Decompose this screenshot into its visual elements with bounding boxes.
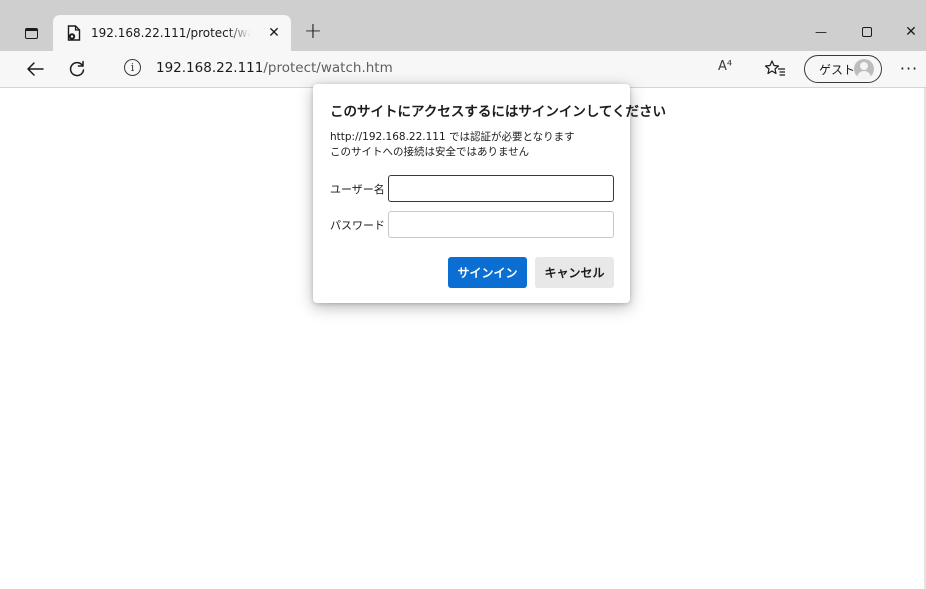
reload-icon xyxy=(69,60,85,77)
tab-title: 192.168.22.111/protect/watch.htm xyxy=(91,26,251,40)
read-aloud-icon[interactable]: A⁴ xyxy=(718,59,732,74)
minimize-icon: — xyxy=(815,25,827,39)
profile-label: ゲスト xyxy=(819,63,856,77)
page-document-icon xyxy=(67,25,81,41)
tab-close-icon[interactable]: ✕ xyxy=(266,25,282,41)
maximize-button[interactable] xyxy=(852,20,882,44)
profile-button[interactable]: ゲスト xyxy=(804,55,882,83)
password-label: パスワード xyxy=(330,219,385,232)
reload-button[interactable] xyxy=(64,57,90,81)
new-tab-button[interactable]: + xyxy=(302,20,324,44)
arrow-left-icon xyxy=(27,62,44,76)
password-field[interactable] xyxy=(388,211,614,238)
minimize-button[interactable]: — xyxy=(806,20,836,44)
site-info-icon[interactable]: i xyxy=(124,59,141,76)
avatar-icon xyxy=(854,59,874,79)
maximize-icon xyxy=(862,27,872,37)
favorites-icon[interactable] xyxy=(764,58,786,80)
username-field[interactable] xyxy=(388,175,614,202)
url-path: /protect/watch.htm xyxy=(263,60,393,76)
tab-actions-icon xyxy=(24,27,38,39)
username-label: ユーザー名 xyxy=(330,183,385,196)
cancel-button[interactable]: キャンセル xyxy=(535,257,614,288)
dialog-message-insecure: このサイトへの接続は安全ではありません xyxy=(330,146,530,158)
dialog-title: このサイトにアクセスするにはサインインしてください xyxy=(330,104,667,120)
close-icon: ✕ xyxy=(905,24,917,40)
url-host: 192.168.22.111 xyxy=(156,60,264,76)
tab-actions-menu-button[interactable] xyxy=(19,23,43,43)
address-bar[interactable]: 192.168.22.111/protect/watch.htm xyxy=(156,60,393,76)
more-options-button[interactable]: ··· xyxy=(898,57,920,81)
close-window-button[interactable]: ✕ xyxy=(896,20,926,44)
sign-in-dialog: このサイトにアクセスするにはサインインしてください http://192.168… xyxy=(313,84,666,303)
tab-strip: 192.168.22.111/protect/watch.htm ✕ + — ✕ xyxy=(0,0,926,52)
back-button[interactable] xyxy=(22,57,48,81)
sign-in-button[interactable]: サインイン xyxy=(448,257,527,288)
tab-active[interactable]: 192.168.22.111/protect/watch.htm ✕ xyxy=(53,15,291,52)
browser-toolbar: i 192.168.22.111/protect/watch.htm A⁴ ゲス… xyxy=(0,51,926,88)
dialog-message-auth-required: http://192.168.22.111 では認証が必要となります xyxy=(330,131,575,143)
